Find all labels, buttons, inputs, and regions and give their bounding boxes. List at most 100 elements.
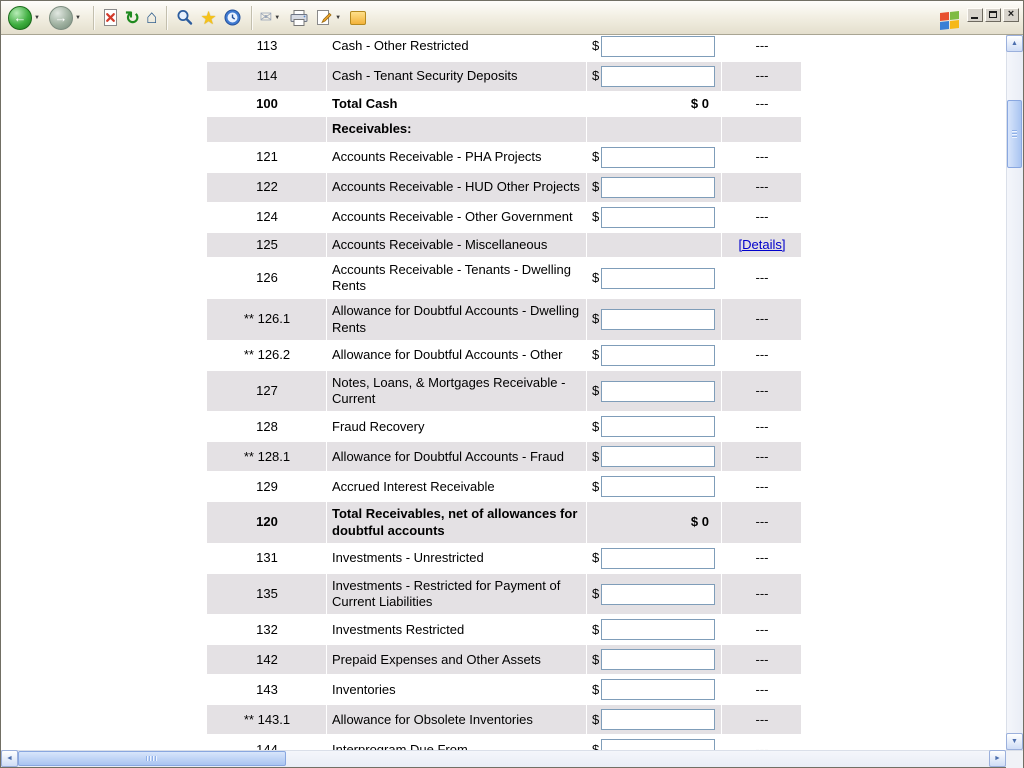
table-row: 124Accounts Receivable - Other Governmen…	[207, 202, 802, 232]
amount-cell: $	[587, 257, 722, 299]
tail-cell: ---	[722, 675, 802, 705]
line-item-number: 125	[207, 232, 327, 257]
scroll-left-button[interactable]: ◄	[1, 750, 18, 767]
favorites-star-icon: ★	[200, 9, 216, 27]
edit-dropdown-caret[interactable]: ▼	[335, 15, 341, 21]
amount-input[interactable]	[601, 416, 715, 437]
window-controls: ×	[967, 8, 1019, 22]
scrollbar-corner	[1006, 751, 1023, 768]
amount-cell: $	[587, 472, 722, 502]
table-row: ** 126.2Allowance for Doubtful Accounts …	[207, 340, 802, 370]
mail-dropdown-caret[interactable]: ▼	[274, 15, 280, 21]
currency-symbol: $	[592, 550, 599, 566]
back-dropdown-caret[interactable]: ▼	[34, 15, 40, 21]
amount-cell: $	[587, 299, 722, 341]
amount-input[interactable]	[601, 268, 715, 289]
print-button[interactable]	[287, 8, 311, 28]
amount-input[interactable]	[601, 584, 715, 605]
toolbar-separator	[93, 6, 95, 30]
currency-symbol: $	[592, 270, 599, 286]
total-amount: $ 0	[592, 96, 717, 112]
line-item-number: 143	[207, 675, 327, 705]
amount-input[interactable]	[601, 739, 715, 750]
table-row: ** 143.1Allowance for Obsolete Inventori…	[207, 705, 802, 735]
maximize-button[interactable]	[985, 8, 1001, 22]
amount-input[interactable]	[601, 66, 715, 87]
line-item-description: Accounts Receivable - PHA Projects	[327, 142, 587, 172]
refresh-button[interactable]: ↻	[123, 8, 142, 28]
amount-input[interactable]	[601, 147, 715, 168]
amount-cell: $	[587, 442, 722, 472]
fds-table: 113Cash - Other Restricted$---114Cash - …	[206, 35, 802, 750]
tail-cell: ---	[722, 412, 802, 442]
line-item-number	[207, 117, 327, 142]
amount-input[interactable]	[601, 309, 715, 330]
line-item-description: Total Receivables, net of allowances for…	[327, 502, 587, 544]
print-icon	[289, 9, 309, 27]
amount-input[interactable]	[601, 548, 715, 569]
scroll-down-button[interactable]: ▼	[1006, 733, 1023, 750]
table-row: 129Accrued Interest Receivable$---	[207, 472, 802, 502]
details-link[interactable]: [Details]	[739, 237, 786, 252]
scroll-left-icon: ◄	[6, 755, 13, 762]
line-item-description: Prepaid Expenses and Other Assets	[327, 645, 587, 675]
back-button[interactable]: ← ▼	[6, 5, 45, 31]
discuss-button[interactable]	[348, 10, 368, 26]
forward-dropdown-caret[interactable]: ▼	[75, 15, 81, 21]
home-button[interactable]: ⌂	[144, 7, 159, 28]
stop-button[interactable]	[100, 7, 121, 28]
table-row: 125Accounts Receivable - Miscellaneous[D…	[207, 232, 802, 257]
history-button[interactable]	[221, 7, 244, 28]
amount-input[interactable]	[601, 381, 715, 402]
mail-icon: ✉	[260, 10, 273, 25]
table-row: 114Cash - Tenant Security Deposits$---	[207, 62, 802, 92]
horizontal-scrollbar[interactable]: ◄ ►	[1, 750, 1023, 767]
mail-button[interactable]: ✉ ▼	[258, 9, 286, 26]
line-item-number: 126	[207, 257, 327, 299]
line-item-number: 114	[207, 62, 327, 92]
fds-table-body: 113Cash - Other Restricted$---114Cash - …	[207, 35, 802, 750]
tail-cell: ---	[722, 35, 802, 62]
favorites-button[interactable]: ★	[198, 8, 218, 28]
line-item-number: ** 126.1	[207, 299, 327, 341]
currency-symbol: $	[592, 682, 599, 698]
minimize-button[interactable]	[967, 8, 983, 22]
amount-cell: $ 0	[587, 92, 722, 117]
line-item-description: Cash - Tenant Security Deposits	[327, 62, 587, 92]
amount-cell: $	[587, 615, 722, 645]
amount-input[interactable]	[601, 709, 715, 730]
line-item-description: Allowance for Doubtful Accounts - Dwelli…	[327, 299, 587, 341]
amount-input[interactable]	[601, 345, 715, 366]
scroll-right-button[interactable]: ►	[989, 750, 1006, 767]
line-item-description: Accrued Interest Receivable	[327, 472, 587, 502]
currency-symbol: $	[592, 586, 599, 602]
search-button[interactable]	[173, 7, 196, 28]
line-item-description: Allowance for Doubtful Accounts - Fraud	[327, 442, 587, 472]
amount-cell: $	[587, 202, 722, 232]
currency-symbol: $	[592, 68, 599, 84]
line-item-number: ** 126.2	[207, 340, 327, 370]
tail-cell: ---	[722, 645, 802, 675]
edit-button[interactable]: ▼	[313, 7, 346, 28]
amount-input[interactable]	[601, 36, 715, 57]
line-item-description: Inventories	[327, 675, 587, 705]
vertical-scrollbar[interactable]: ▲ ▼	[1006, 35, 1023, 750]
amount-cell: $	[587, 543, 722, 573]
amount-input[interactable]	[601, 177, 715, 198]
forward-button[interactable]: → ▼	[47, 5, 86, 31]
amount-input[interactable]	[601, 679, 715, 700]
amount-input[interactable]	[601, 207, 715, 228]
close-button[interactable]: ×	[1003, 8, 1019, 22]
amount-input[interactable]	[601, 446, 715, 467]
amount-input[interactable]	[601, 619, 715, 640]
amount-input[interactable]	[601, 649, 715, 670]
line-item-number: 121	[207, 142, 327, 172]
line-item-description: Allowance for Doubtful Accounts - Other	[327, 340, 587, 370]
currency-symbol: $	[592, 712, 599, 728]
tail-cell	[722, 117, 802, 142]
horizontal-scrollbar-thumb[interactable]	[18, 751, 286, 766]
currency-symbol: $	[592, 479, 599, 495]
scroll-up-button[interactable]: ▲	[1006, 35, 1023, 52]
vertical-scrollbar-thumb[interactable]	[1007, 100, 1022, 168]
amount-input[interactable]	[601, 476, 715, 497]
